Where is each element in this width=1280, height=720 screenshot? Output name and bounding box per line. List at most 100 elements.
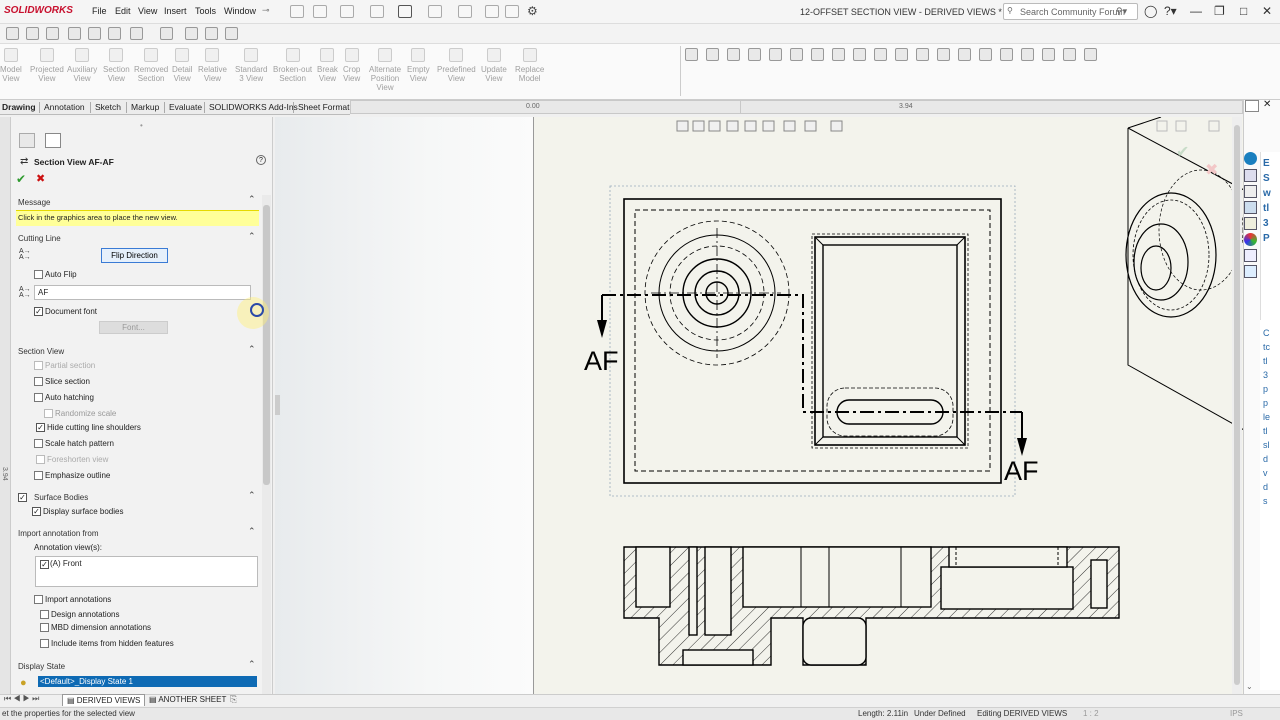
appearances-icon[interactable] [1244,233,1257,246]
ribbon-button-14[interactable]: Update View [481,48,507,83]
label-input[interactable]: AF [34,285,251,300]
scale-hatch-checkbox[interactable] [34,439,43,448]
sheet-nav-icons[interactable]: ⏮ ◀ ▶ ⏭ [4,694,39,704]
add-sheet-icon[interactable]: ⎘ [230,694,237,705]
display-state-item[interactable]: <Default>_Display State 1 [38,676,257,687]
design-library-icon[interactable] [1244,169,1257,182]
annotation-tool-icon[interactable] [769,48,782,61]
annotation-tool-icon[interactable] [727,48,740,61]
surface-bodies-checkbox[interactable]: ✓ [18,493,27,502]
gear-icon[interactable]: ⚙ [527,4,538,18]
annotation-tool-icon[interactable] [1084,48,1097,61]
pin-icon[interactable]: ⊸ [262,5,270,16]
flip-direction-button[interactable]: Flip Direction [101,248,168,263]
save-icon[interactable] [370,5,384,18]
annotation-tool-icon[interactable] [811,48,824,61]
drawing-sheet[interactable]: AF AF ✔ ✖ [533,116,1245,695]
ribbon-button-15[interactable]: Replace Model [515,48,544,83]
scroll-down-icon[interactable]: ⌄ [1246,682,1253,691]
chevron-up-icon[interactable]: ⌃ [248,231,256,242]
font-button[interactable]: Font... [99,321,168,334]
annotation-tool-icon[interactable] [1000,48,1013,61]
tab-annotation[interactable]: Annotation [44,102,85,112]
help-icon[interactable]: ? [256,155,266,165]
scene-icon[interactable] [225,27,238,40]
confirm-cancel-icon[interactable]: ✖ [1205,162,1218,179]
menu-file[interactable]: File [92,6,107,16]
ok-icon[interactable]: ✔ [16,172,26,186]
folder-icon[interactable] [1244,201,1257,214]
front-section-view[interactable] [623,546,1120,666]
graphics-background[interactable] [275,117,533,695]
menu-window[interactable]: Window [224,6,256,16]
document-font-checkbox[interactable]: ✓ [34,307,43,316]
property-manager-tab-icon[interactable] [45,133,61,148]
top-view[interactable] [623,198,1002,484]
front-view-checkbox[interactable]: ✓ [40,560,49,569]
user-icon[interactable]: ◯ [1144,4,1157,18]
ribbon-button-1[interactable]: Projected View [30,48,64,83]
cancel-icon[interactable]: ✖ [36,172,45,185]
menu-edit[interactable]: Edit [115,6,131,16]
menu-tools[interactable]: Tools [195,6,216,16]
tab-sketch[interactable]: Sketch [95,102,121,112]
section-icon[interactable] [130,27,143,40]
view-palette-icon[interactable] [1244,217,1257,230]
ribbon-button-2[interactable]: Auxiliary View [67,48,97,83]
foreshorten-checkbox[interactable] [36,455,45,464]
hidden-features-checkbox[interactable] [40,639,49,648]
undo-icon[interactable] [428,5,442,18]
new-document-icon[interactable] [313,5,327,18]
slice-section-checkbox[interactable] [34,377,43,386]
menu-view[interactable]: View [138,6,157,16]
ribbon-button-3[interactable]: Section View [103,48,130,83]
chevron-up-icon[interactable]: ⌃ [248,659,256,670]
ribbon-button-8[interactable]: Broken-out Section [273,48,312,83]
ribbon-button-7[interactable]: Standard 3 View [235,48,267,83]
annotation-tool-icon[interactable] [937,48,950,61]
solidworks-resources-icon[interactable] [1244,152,1257,165]
panel-drag-handle[interactable]: • [140,121,143,130]
minimize-icon[interactable]: — [1190,4,1202,18]
annotation-tool-icon[interactable] [706,48,719,61]
emphasize-checkbox[interactable] [34,471,43,480]
ribbon-button-11[interactable]: Alternate Position View [369,48,401,92]
annotation-tool-icon[interactable] [958,48,971,61]
annotation-tool-icon[interactable] [916,48,929,61]
sheet-tab[interactable]: ▤ ANOTHER SHEET [145,694,230,706]
layer-icon[interactable] [108,27,121,40]
edit-appearance-icon[interactable] [205,27,218,40]
tab-sheet-format[interactable]: Sheet Format [298,102,350,112]
display-style-icon[interactable] [160,27,173,40]
status-scale[interactable]: 1 : 2 [1083,709,1099,718]
feature-tree-tab-icon[interactable] [19,133,35,148]
annotation-tool-icon[interactable] [1063,48,1076,61]
menu-insert[interactable]: Insert [164,6,187,16]
chevron-up-icon[interactable]: ⌃ [248,490,256,501]
annotation-tool-icon[interactable] [853,48,866,61]
ribbon-button-4[interactable]: Removed Section [134,48,168,83]
chevron-up-icon[interactable]: ⌃ [248,194,256,205]
add-in-icon[interactable] [1244,265,1257,278]
tab-addins[interactable]: SOLIDWORKS Add-Ins [209,102,298,112]
annotation-tool-icon[interactable] [1021,48,1034,61]
tab-drawing[interactable]: Drawing [2,102,36,112]
partial-section-checkbox[interactable] [34,361,43,370]
ribbon-button-12[interactable]: Empty View [407,48,430,83]
home-icon[interactable] [290,5,304,18]
view-icon[interactable] [88,27,101,40]
chevron-up-icon[interactable]: ⌃ [248,526,256,537]
annotation-view-list[interactable]: ✓ (A) Front [35,556,258,587]
status-units[interactable]: IPS [1230,709,1243,718]
annotation-tool-icon[interactable] [790,48,803,61]
ribbon-button-6[interactable]: Relative View [198,48,227,83]
hide-show-icon[interactable] [185,27,198,40]
tab-markup[interactable]: Markup [131,102,159,112]
zoom-icon[interactable] [6,27,19,40]
pane-close-icon[interactable]: ✕ [1263,99,1271,110]
hide-shoulders-checkbox[interactable]: ✓ [36,423,45,432]
randomize-scale-checkbox[interactable] [44,409,53,418]
annotation-tool-icon[interactable] [1042,48,1055,61]
file-explorer-icon[interactable] [1244,185,1257,198]
ribbon-button-5[interactable]: Detail View [172,48,192,83]
